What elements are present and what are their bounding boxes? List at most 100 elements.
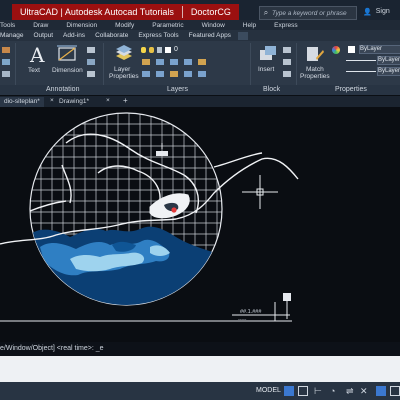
layer-tool-icon[interactable] [156,71,164,77]
layer-tool-icon[interactable] [184,71,192,77]
site-grid [30,113,222,305]
ribbon-tab-bar: Manage Output Add-ins Collaborate Expres… [0,30,400,41]
command-history: e/Window/Object] <real time>: _e [0,342,400,356]
command-input[interactable] [0,356,400,382]
menu-help[interactable]: Help [234,22,265,29]
leader-icon[interactable] [87,47,95,53]
ribbon-panel-titles: Annotation Layers Block Properties [0,85,400,95]
ortho-icon[interactable]: ⊢ [314,386,324,396]
lock-icon[interactable] [157,47,162,53]
drawing-canvas[interactable]: ##.1.### ˍˍˍˍˍ [0,107,400,342]
menu-bar: Tools Draw Dimension Modify Parametric W… [0,20,400,30]
modify-icon[interactable] [2,47,10,53]
color-dropdown[interactable]: ByLayer [359,45,400,54]
properties-panel-title[interactable]: Properties [335,86,367,93]
model-space-button[interactable]: MODEL [256,387,281,394]
overlay-title-right: DoctorCG [190,7,231,17]
user-icon: 👤 [363,9,372,16]
block-panel-title[interactable]: Block [263,86,280,93]
tab-express-tools[interactable]: Express Tools [133,32,183,39]
lineweight-toggle-icon[interactable] [390,386,400,396]
match-properties-label-2[interactable]: Properties [300,73,330,80]
menu-window[interactable]: Window [193,22,234,29]
insert-block-icon[interactable] [258,44,278,64]
elevation-marker [283,293,291,301]
current-layer-value[interactable]: 0 [174,46,178,53]
color-wheel-icon[interactable] [332,46,340,54]
sign-in-area[interactable]: 👤 Sign [363,8,390,16]
panel-separator [296,43,297,91]
menu-dimension[interactable]: Dimension [57,22,106,29]
layer-tool-icon[interactable] [184,59,192,65]
new-tab-button[interactable]: + [123,96,128,105]
lineweight-dropdown[interactable]: ByLayer [377,56,400,65]
close-icon[interactable]: × [50,97,54,104]
layer-properties-icon[interactable] [113,44,135,64]
layer-tool-icon[interactable] [198,71,206,77]
menu-modify[interactable]: Modify [106,22,143,29]
layers-panel-title[interactable]: Layers [167,86,188,93]
lightbulb-icon[interactable] [141,47,146,53]
small-structure [156,151,168,156]
layer-tool-icon[interactable] [156,59,164,65]
menu-parametric[interactable]: Parametric [143,22,192,29]
ribbon-minimize-toggle[interactable] [237,31,248,40]
sign-in-label: Sign [375,8,390,15]
tab-manage[interactable]: Manage [0,32,29,39]
object-snap-icon[interactable]: ✕ [360,386,370,396]
match-properties-label-1[interactable]: Match [306,66,324,73]
water-area [30,226,222,305]
tab-add-ins[interactable]: Add-ins [58,32,90,39]
create-block-icon[interactable] [283,47,291,53]
drawing-viewport[interactable]: ##.1.### ˍˍˍˍˍ [0,107,400,342]
crosshair-cursor [242,175,278,209]
object-snap-tracking-icon[interactable] [376,386,386,396]
overlay-title-left: UltraCAD | Autodesk Autocad Tutorials [20,7,174,17]
layer-tool-icon[interactable] [198,59,206,65]
text-button-label[interactable]: Text [28,67,40,74]
isodraft-icon[interactable]: ⇌ [346,386,356,396]
layer-tool-icon[interactable] [142,59,150,65]
edit-block-icon[interactable] [283,59,291,65]
insert-button-label[interactable]: Insert [258,66,274,73]
color-swatch-icon[interactable] [165,47,171,53]
tab-collaborate[interactable]: Collaborate [90,32,133,39]
dimension-button-label[interactable]: Dimension [52,67,83,74]
tab-output[interactable]: Output [29,32,59,39]
match-properties-icon[interactable] [305,44,325,64]
text-icon[interactable]: A [30,45,44,65]
layer-properties-label-2[interactable]: Properties [109,73,139,80]
table-icon[interactable] [87,59,95,65]
tab-drawing1[interactable]: Drawing1* [55,97,93,107]
linetype-dropdown[interactable]: ByLayer [377,67,400,76]
layer-tool-icon[interactable] [142,71,150,77]
layer-properties-label-1[interactable]: Layer [114,66,130,73]
document-tab-bar: dio-siteplan* × Drawing1* × + [0,96,400,107]
layer-tool-icon[interactable] [170,71,178,77]
close-icon[interactable]: × [106,97,110,104]
tab-dio-siteplan[interactable]: dio-siteplan* [0,97,44,107]
modify-icon[interactable] [2,71,10,77]
tab-featured-apps[interactable]: Featured Apps [184,32,236,39]
menu-draw[interactable]: Draw [24,22,57,29]
elevation-sublabel: ˍˍˍˍˍ [238,315,247,321]
markup-icon[interactable] [87,71,95,77]
panel-separator [250,43,251,91]
status-bar [0,382,400,400]
block-attribute-icon[interactable] [283,71,291,77]
color-swatch-icon [348,46,355,53]
search-box[interactable]: ⌕ Type a keyword or phrase [259,6,357,20]
polar-tracking-icon[interactable]: ◔ [330,386,340,396]
panel-separator [103,43,104,91]
snap-toggle-icon[interactable] [298,386,308,396]
annotation-panel-title[interactable]: Annotation [46,86,79,93]
sun-icon[interactable] [149,47,154,53]
menu-express[interactable]: Express [265,22,306,29]
menu-tools[interactable]: Tools [0,22,24,29]
layer-tool-icon[interactable] [170,59,178,65]
dimension-icon[interactable] [56,44,78,64]
search-placeholder: Type a keyword or phrase [272,9,347,17]
marker-point [171,207,177,213]
grid-toggle-icon[interactable] [284,386,294,396]
modify-icon[interactable] [2,59,10,65]
